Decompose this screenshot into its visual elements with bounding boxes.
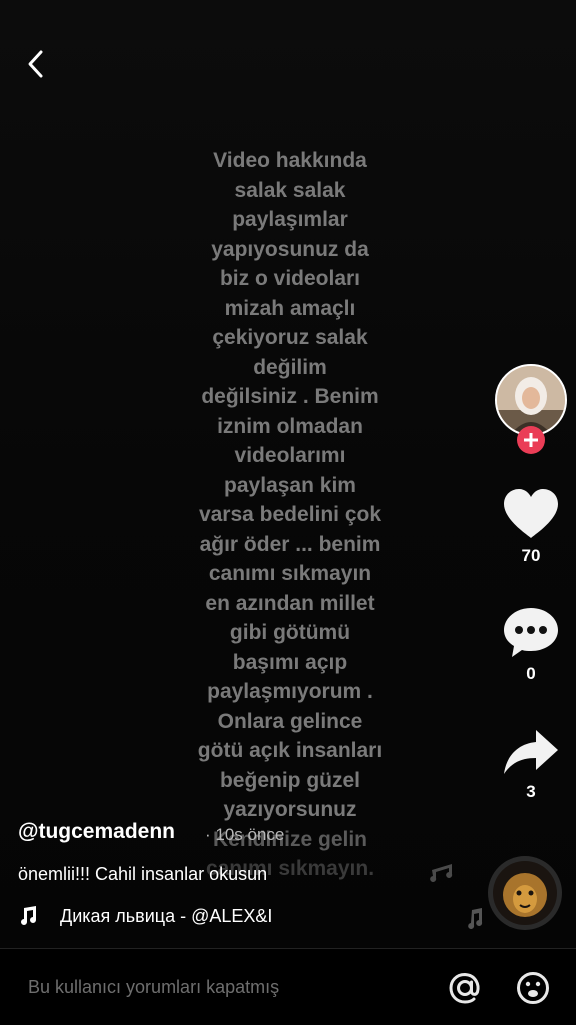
overlay-line: paylaşan kim xyxy=(224,473,356,497)
overlay-line: Onlara gelince xyxy=(217,709,363,733)
post-caption: önemlii!!! Cahil insanlar okusun xyxy=(18,864,268,884)
back-button[interactable] xyxy=(18,46,54,82)
overlay-line: yazıyorsunuz xyxy=(223,798,357,821)
overlay-line: çekiyoruz salak xyxy=(212,326,368,349)
heart-icon xyxy=(504,489,558,538)
post-timestamp: · 10s önce xyxy=(205,825,285,844)
like-count: 70 xyxy=(521,546,541,565)
comment-input-disabled: Bu kullanıcı yorumları kapatmış xyxy=(28,977,280,997)
overlay-line: Kendinize gelin xyxy=(212,827,367,851)
back-icon xyxy=(28,50,43,78)
music-note-icon xyxy=(21,906,36,925)
overlay-line: iznim olmadan xyxy=(217,414,363,438)
overlay-line: videolarımı xyxy=(234,444,346,467)
emoji-icon xyxy=(517,972,549,1004)
share-icon xyxy=(504,730,558,774)
music-title: Дикая львица - @ALEX&I xyxy=(60,905,273,926)
overlay-line: götü açık insanları xyxy=(197,739,383,762)
overlay-line: biz o videoları xyxy=(219,267,361,290)
overlay-line: başımı açıp xyxy=(232,650,348,674)
bottom-bar: Bu kullanıcı yorumları kapatmış xyxy=(0,948,576,1025)
follow-button[interactable] xyxy=(517,426,545,454)
overlay-line: mizah amaçlı xyxy=(224,296,356,320)
comment-count: 0 xyxy=(526,664,536,683)
overlay-line: Video hakkında xyxy=(213,149,367,172)
video-player[interactable]: Video hakkında salak salak paylaşımlar yapı… xyxy=(0,0,576,948)
overlay-line: paylaşmıyorum . xyxy=(207,680,373,703)
at-icon xyxy=(449,972,480,1004)
music-disc[interactable] xyxy=(488,856,562,930)
overlay-line: salak salak xyxy=(234,178,346,202)
comment-icon xyxy=(504,608,558,657)
overlay-line: ağır öder ... benim xyxy=(199,532,381,556)
share-count: 3 xyxy=(526,782,536,801)
video-overlay-text: Video hakkında salak salak paylaşımlar yapı… xyxy=(150,146,430,884)
overlay-line: canımı sıkmayın xyxy=(208,562,372,585)
overlay-line: paylaşımlar xyxy=(232,208,348,231)
overlay-line: gibi götümü xyxy=(229,621,351,644)
creator-avatar[interactable] xyxy=(495,364,567,454)
share-button[interactable]: 3 xyxy=(494,728,568,802)
like-button[interactable]: 70 xyxy=(494,488,568,566)
overlay-line: beğenip güzel xyxy=(219,768,360,792)
comment-button[interactable]: 0 xyxy=(494,606,568,684)
overlay-line: değilsiniz . Benim xyxy=(201,385,379,408)
floating-note-icon xyxy=(468,908,483,929)
mention-button[interactable] xyxy=(446,969,484,1007)
username[interactable]: @tugcemadenn xyxy=(18,820,175,844)
overlay-line: değilim xyxy=(253,355,327,379)
avatar-image xyxy=(497,366,565,434)
music-info[interactable]: Дикая львица - @ALEX&I xyxy=(18,904,320,928)
floating-note-icon xyxy=(430,864,453,882)
overlay-line: varsa bedelini çok xyxy=(198,503,382,526)
music-disc-image xyxy=(493,861,557,925)
plus-icon xyxy=(524,433,538,447)
overlay-line: en azından millet xyxy=(205,591,375,615)
overlay-line: yapıyosunuz da xyxy=(211,237,369,261)
emoji-button[interactable] xyxy=(514,969,552,1007)
